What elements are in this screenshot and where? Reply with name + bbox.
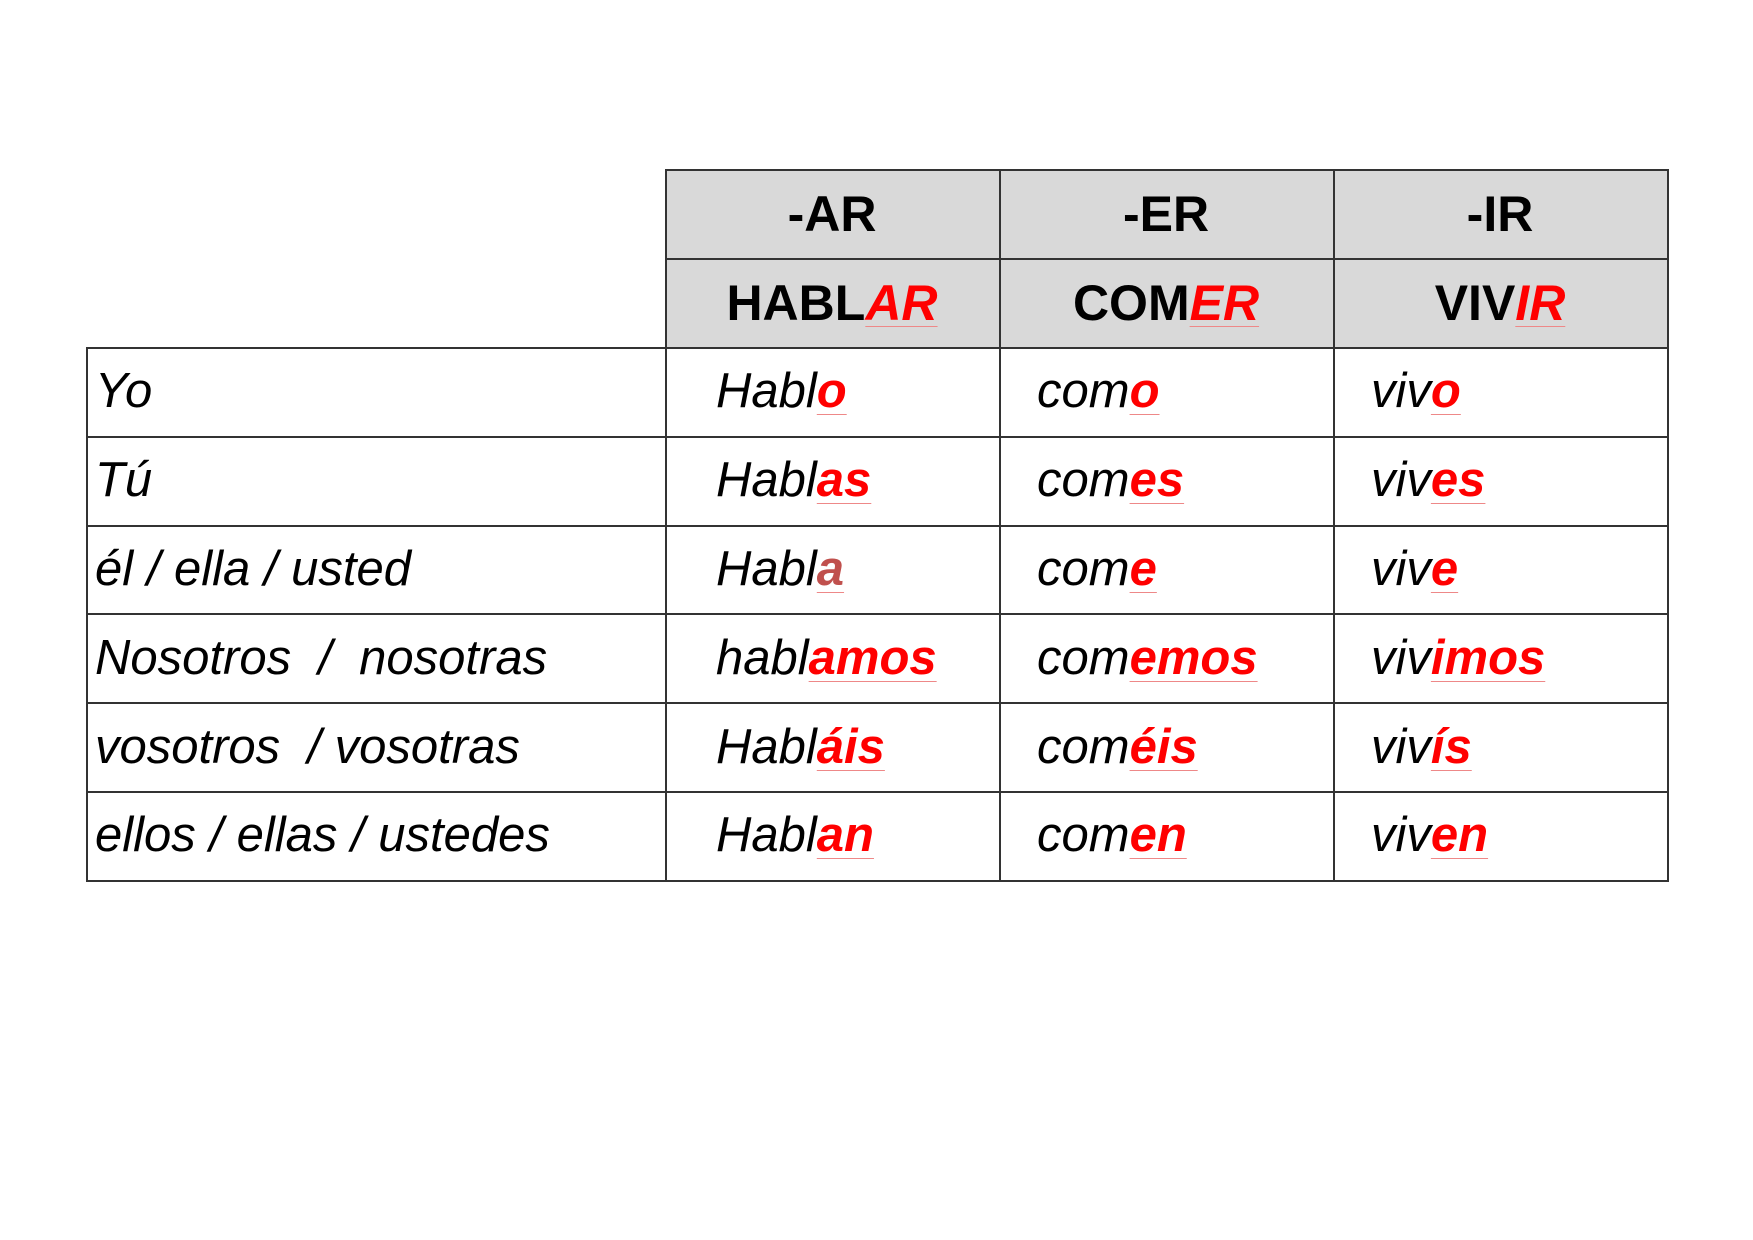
verb-ending: es: [1129, 453, 1185, 508]
table-rule: [86, 347, 1669, 349]
verb-stem: viv: [1371, 453, 1431, 508]
verb-ending: amos: [808, 630, 937, 685]
group-header: -ER: [999, 169, 1333, 258]
verb-stem: com: [1037, 808, 1130, 863]
verb-ending: o: [816, 364, 847, 419]
verb-ending: an: [816, 808, 874, 863]
table-rule: [86, 702, 1669, 705]
conjugation-cell: habl amos: [665, 613, 999, 702]
infinitive-ending: IR: [1515, 274, 1566, 331]
verb-stem: Habl: [716, 364, 817, 419]
conjugation-cell: com en: [999, 791, 1333, 880]
table-rule: [86, 791, 1669, 793]
verb-stem: viv: [1371, 541, 1431, 596]
group-header: -AR: [665, 169, 999, 258]
table-column-rule: [999, 169, 1001, 882]
table-column-rule: [1667, 169, 1669, 882]
verb-ending: en: [1430, 808, 1489, 863]
verb-stem: com: [1037, 453, 1130, 508]
table-border-top: [665, 169, 1669, 171]
conjugation-cell: Habl as: [665, 436, 999, 525]
verb-ending: imos: [1430, 630, 1546, 685]
pronoun-cell: él / ella / usted: [86, 525, 665, 614]
group-label: -ER: [1122, 185, 1210, 242]
pronoun-label: Tú: [95, 453, 153, 508]
conjugation-cell: com emos: [999, 613, 1333, 702]
conjugation-cell: Habl a: [665, 525, 999, 614]
conjugation-cell: Habl o: [665, 347, 999, 436]
verb-ending: a: [816, 541, 845, 596]
pronoun-cell: ellos / ellas / ustedes: [86, 791, 665, 880]
table-border-left: [86, 347, 88, 882]
pronoun-cell: Nosotros / nosotras: [86, 613, 665, 702]
verb-stem: viv: [1371, 364, 1431, 419]
pronoun-cell: vosotros / vosotras: [86, 702, 665, 791]
verb-ending: emos: [1129, 630, 1258, 685]
conjugation-cell: com éis: [999, 702, 1333, 791]
conjugation-cell: Habl an: [665, 791, 999, 880]
infinitive-header: VIV IR: [1333, 258, 1667, 347]
group-header: -IR: [1333, 169, 1667, 258]
table-rule: [86, 613, 1669, 616]
verb-ending: ís: [1430, 719, 1472, 774]
verb-stem: Habl: [716, 453, 817, 508]
conjugation-cell: Habl áis: [665, 702, 999, 791]
conjugation-cell: viv imos: [1333, 613, 1667, 702]
pronoun-cell: Yo: [86, 347, 665, 436]
conjugation-cell: viv e: [1333, 525, 1667, 614]
infinitive-header: HABL AR: [665, 258, 999, 347]
verb-stem: Habl: [716, 541, 817, 596]
verb-stem: viv: [1371, 808, 1431, 863]
group-label: -IR: [1466, 185, 1534, 242]
infinitive-header: COM ER: [999, 258, 1333, 347]
conjugation-cell: com es: [999, 436, 1333, 525]
verb-ending: e: [1129, 541, 1157, 596]
pronoun-label: ellos / ellas / ustedes: [95, 808, 550, 863]
verb-ending: es: [1430, 453, 1486, 508]
pronoun-label: Nosotros / nosotras: [95, 630, 548, 685]
verb-stem: com: [1037, 364, 1130, 419]
conjugation-cell: viv o: [1333, 347, 1667, 436]
verb-ending: áis: [816, 719, 885, 774]
infinitive-stem: VIV: [1434, 274, 1516, 331]
conjugation-cell: viv en: [1333, 791, 1667, 880]
verb-ending: o: [1129, 364, 1160, 419]
table-column-rule: [665, 169, 667, 882]
conjugation-cell: viv ís: [1333, 702, 1667, 791]
verb-stem: Habl: [716, 808, 817, 863]
verb-stem: viv: [1371, 630, 1431, 685]
table-rule: [86, 524, 1669, 527]
verb-stem: com: [1037, 630, 1130, 685]
table-column-rule: [1333, 169, 1335, 882]
conjugation-cell: com e: [999, 525, 1333, 614]
verb-stem: habl: [716, 630, 809, 685]
verb-ending: as: [816, 453, 872, 508]
table-rule: [86, 435, 1669, 438]
verb-ending: o: [1430, 364, 1461, 419]
verb-stem: viv: [1371, 719, 1431, 774]
pronoun-label: él / ella / usted: [95, 541, 411, 596]
verb-ending: e: [1430, 541, 1459, 596]
table-rule: [665, 258, 1669, 260]
infinitive-ending: ER: [1189, 274, 1260, 331]
infinitive-ending: AR: [865, 274, 938, 331]
infinitive-stem: COM: [1072, 274, 1190, 331]
conjugation-cell: com o: [999, 347, 1333, 436]
pronoun-cell: Tú: [86, 436, 665, 525]
table-border-bottom: [86, 879, 1669, 882]
infinitive-stem: HABL: [726, 274, 866, 331]
verb-stem: Habl: [716, 719, 817, 774]
verb-ending: éis: [1129, 719, 1198, 774]
pronoun-label: Yo: [95, 364, 153, 419]
pronoun-label: vosotros / vosotras: [95, 719, 520, 774]
verb-stem: com: [1037, 719, 1130, 774]
conjugation-cell: viv es: [1333, 436, 1667, 525]
verb-stem: com: [1037, 541, 1130, 596]
group-label: -AR: [787, 185, 877, 242]
verb-ending: en: [1129, 808, 1187, 863]
